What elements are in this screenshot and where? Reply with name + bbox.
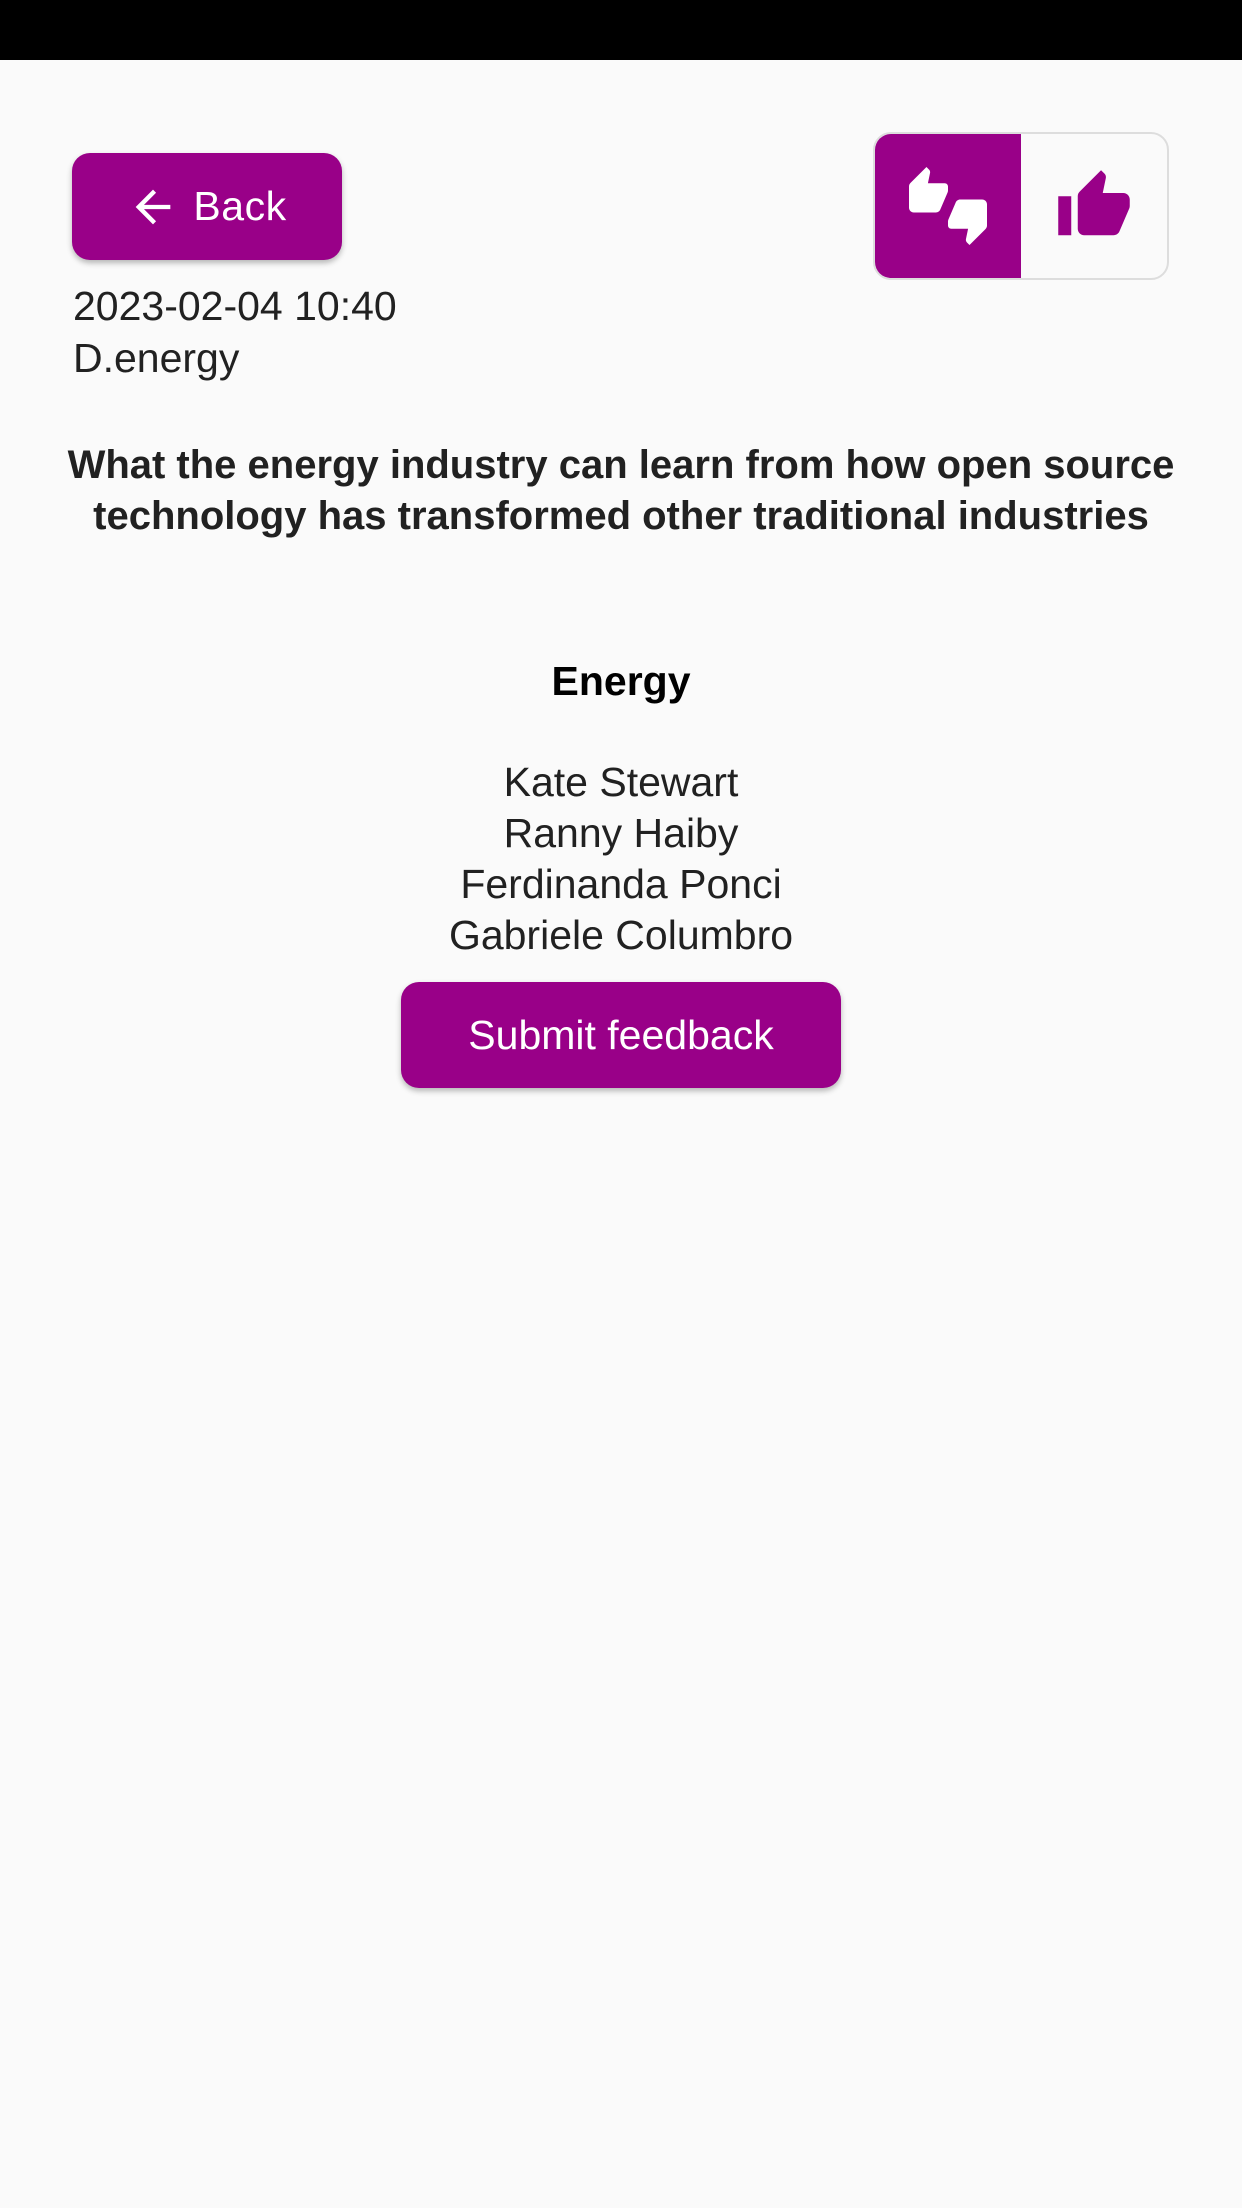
- submit-feedback-button[interactable]: Submit feedback: [401, 982, 841, 1088]
- thumb-up-toggle[interactable]: [1021, 134, 1167, 278]
- talk-title: What the energy industry can learn from …: [67, 443, 1175, 538]
- arrow-back-icon: [136, 189, 171, 224]
- talk-room: D.energy: [73, 335, 240, 381]
- speaker-name: Ranny Haiby: [503, 810, 739, 856]
- thumbs-up-down-icon: [909, 167, 987, 245]
- speaker-name: Gabriele Columbro: [448, 912, 794, 958]
- status-bar: [0, 0, 1242, 60]
- talk-track: Energy: [551, 658, 691, 704]
- back-button-label: Back: [193, 183, 287, 229]
- speaker-name: Ferdinanda Ponci: [460, 861, 782, 907]
- thumbs-up-down-toggle[interactable]: [875, 134, 1021, 278]
- speaker-name: Kate Stewart: [503, 759, 739, 805]
- talk-meta: 2023-02-04 10:40 D.energy: [73, 280, 397, 384]
- vote-toggle-group: [873, 132, 1169, 280]
- speaker-list: Kate Stewart Ranny Haiby Ferdinanda Ponc…: [0, 757, 1242, 961]
- thumb-up-icon: [1058, 170, 1130, 236]
- back-button[interactable]: Back: [72, 153, 342, 260]
- talk-datetime: 2023-02-04 10:40: [73, 283, 397, 329]
